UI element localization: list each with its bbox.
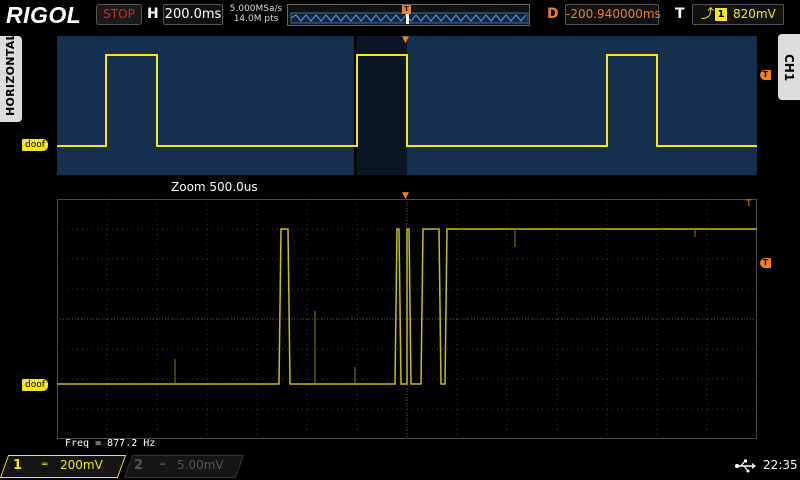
memory-depth: 14.0M pts (233, 14, 279, 24)
run-stop-status[interactable]: STOP (96, 4, 142, 25)
zoom-trigger-corner-marker: T (746, 199, 752, 209)
zoom-ground-reference[interactable]: doof (22, 379, 48, 391)
ch1-dc-coupling-icon: ═ (42, 460, 48, 470)
delay-label: D (547, 6, 559, 22)
ch1-overview-waveform (57, 54, 757, 147)
zoomed-trace (57, 199, 757, 439)
overview-window (57, 36, 757, 175)
usb-icon (735, 459, 756, 473)
sample-rate: 5.000MSa/s (229, 4, 283, 14)
channel-status-bar (0, 452, 800, 480)
ch2-vertical-scale: 5.00mV (177, 458, 224, 472)
delay-value[interactable]: -200.940000ms (565, 4, 661, 25)
overview-ground-reference[interactable]: doof (22, 139, 48, 151)
rising-edge-icon: ⤴ (701, 7, 715, 22)
overview-trigger-level-marker[interactable]: T (760, 70, 771, 80)
ch1-vertical-scale: 200mV (60, 458, 103, 472)
overview-trigger-marker: ▼ (402, 35, 409, 45)
zoom-trigger-level-marker[interactable]: T (760, 258, 771, 268)
horizontal-menu-tab[interactable]: HORIZONTAL (0, 33, 22, 122)
ch2-dc-coupling-icon: ═ (160, 460, 166, 470)
zoom-timebase-label: Zoom 500.0us (171, 180, 258, 194)
acquisition-info: 5.000MSa/s 14.0M pts (229, 4, 283, 24)
trigger-label: T (675, 6, 685, 22)
ch1-number: 1 (13, 458, 23, 473)
memory-trigger-marker: T (402, 5, 411, 14)
brand-logo: RIGOL (6, 2, 82, 28)
overview-trace (57, 36, 757, 175)
trigger-settings[interactable]: ⤴ 1 820mV (692, 4, 784, 25)
trigger-level: 820mV (733, 7, 776, 21)
zoom-window-region (354, 36, 407, 175)
ch1-menu-tab[interactable]: CH1 (778, 34, 800, 100)
zoomed-waveform-grid (57, 199, 757, 439)
horizontal-label: H (147, 6, 159, 22)
top-status-bar: RIGOL STOP H 200.0ms 5.000MSa/s 14.0M pt… (0, 0, 800, 30)
horizontal-tab-label: HORIZONTAL (4, 33, 17, 116)
ch1-zoomed-waveform (57, 228, 757, 385)
timebase-value[interactable]: 200.0ms (163, 4, 223, 25)
trigger-source-badge: 1 (715, 8, 727, 21)
frequency-measurement: Freq = 877.2 Hz (65, 438, 156, 449)
ch2-number: 2 (134, 458, 144, 473)
system-clock: 22:35 (763, 458, 798, 472)
ch1-tab-label: CH1 (782, 54, 796, 82)
